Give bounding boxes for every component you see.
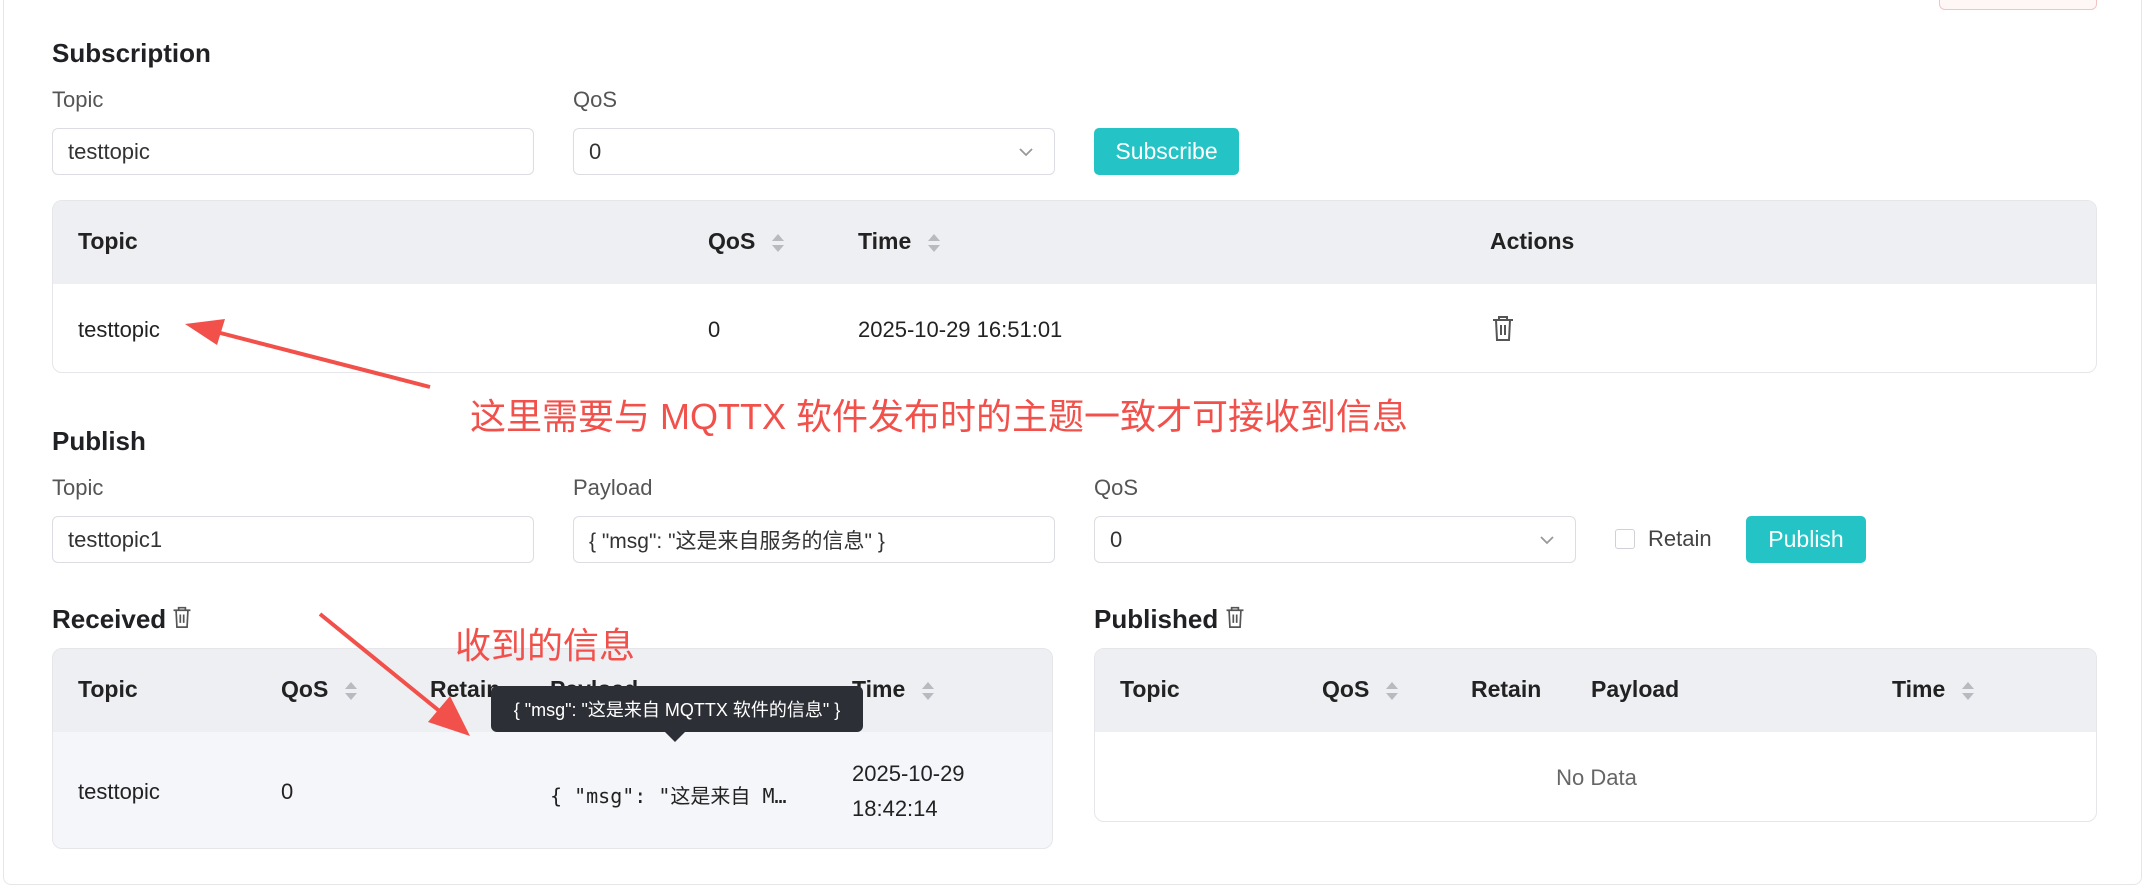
annotation-arrow-1 xyxy=(185,319,431,389)
col-time[interactable]: Time xyxy=(858,228,941,255)
col-qos-label: QoS xyxy=(1322,676,1370,702)
subscription-table-header: Topic QoS Time Actions xyxy=(53,201,2096,284)
payload-tooltip: { "msg": "这是来自 MQTTX 软件的信息" } xyxy=(491,686,863,732)
row-time-clock: 18:42:14 xyxy=(852,796,938,821)
row-time-date: 2025-10-29 xyxy=(852,761,965,786)
publish-payload-value: { "msg": "这是来自服务的信息" } xyxy=(589,529,885,553)
publish-topic-input[interactable]: testtopic1 xyxy=(52,516,534,563)
top-right-button[interactable] xyxy=(1939,0,2097,10)
publish-qos-value: 0 xyxy=(1110,526,1123,552)
publish-payload-label: Payload xyxy=(573,475,653,500)
published-table-header: Topic QoS Retain Payload Time xyxy=(1095,649,2096,732)
sort-icon xyxy=(921,681,934,700)
row-qos: 0 xyxy=(281,779,294,804)
annotation-received-note: 收到的信息 xyxy=(455,625,636,666)
row-payload: { "msg": "这是来自 M… xyxy=(550,784,787,808)
publish-payload-input[interactable]: { "msg": "这是来自服务的信息" } xyxy=(573,516,1055,563)
col-qos[interactable]: QoS xyxy=(1322,676,1399,703)
subscription-topic-label: Topic xyxy=(52,87,104,112)
col-time-label: Time xyxy=(858,228,912,254)
sort-icon xyxy=(1961,681,1974,700)
publish-title: Publish xyxy=(52,426,146,456)
subscription-qos-value: 0 xyxy=(589,138,602,164)
col-time[interactable]: Time xyxy=(852,676,935,703)
publish-topic-value: testtopic1 xyxy=(68,526,163,552)
subscription-topic-input[interactable]: testtopic xyxy=(52,128,534,175)
col-qos[interactable]: QoS xyxy=(708,228,785,255)
sort-icon xyxy=(771,233,784,252)
col-topic: Topic xyxy=(78,676,138,702)
annotation-arrow-2 xyxy=(318,612,470,736)
tooltip-arrow xyxy=(665,732,685,742)
col-retain: Retain xyxy=(1471,676,1542,702)
sort-icon xyxy=(927,233,940,252)
subscription-qos-label: QoS xyxy=(573,87,618,112)
publish-qos-label: QoS xyxy=(1094,475,1139,500)
subscribe-button[interactable]: Subscribe xyxy=(1094,128,1239,175)
col-qos-label: QoS xyxy=(708,228,756,254)
chevron-down-icon xyxy=(1019,148,1033,157)
col-topic: Topic xyxy=(78,228,138,254)
trash-icon[interactable] xyxy=(1490,314,1516,342)
published-table: Topic QoS Retain Payload Time No Data xyxy=(1094,648,2097,822)
empty-state: No Data xyxy=(1095,732,2096,821)
sort-icon xyxy=(1385,681,1398,700)
row-qos: 0 xyxy=(708,317,721,342)
col-time[interactable]: Time xyxy=(1892,676,1975,703)
subscription-title: Subscription xyxy=(52,38,211,68)
col-payload: Payload xyxy=(1591,676,1680,702)
retain-checkbox[interactable] xyxy=(1615,529,1635,549)
retain-label: Retain xyxy=(1648,526,1712,551)
published-title: Published xyxy=(1094,604,1219,634)
row-topic: testtopic xyxy=(78,317,160,342)
annotation-topic-note: 这里需要与 MQTTX 软件发布时的主题一致才可接收到信息 xyxy=(470,396,1408,437)
received-table: Topic QoS Retain Payload Time testtopic … xyxy=(52,648,1053,849)
received-title: Received xyxy=(52,604,167,634)
table-row[interactable]: testtopic 0 { "msg": "这是来自 M… 2025-10-29… xyxy=(53,732,1052,848)
col-topic: Topic xyxy=(1120,676,1180,702)
publish-topic-label: Topic xyxy=(52,475,104,500)
subscription-topic-value: testtopic xyxy=(68,138,150,164)
col-actions: Actions xyxy=(1490,228,1575,254)
publish-qos-select[interactable]: 0 xyxy=(1094,516,1576,563)
row-time: 2025-10-29 16:51:01 xyxy=(858,317,1063,342)
publish-button[interactable]: Publish xyxy=(1746,516,1866,563)
no-data-text: No Data xyxy=(1556,764,1637,790)
trash-icon[interactable] xyxy=(171,605,193,629)
subscription-qos-select[interactable]: 0 xyxy=(573,128,1055,175)
trash-icon[interactable] xyxy=(1224,605,1246,629)
chevron-down-icon xyxy=(1540,536,1554,545)
row-topic: testtopic xyxy=(78,779,160,804)
col-time-label: Time xyxy=(1892,676,1946,702)
